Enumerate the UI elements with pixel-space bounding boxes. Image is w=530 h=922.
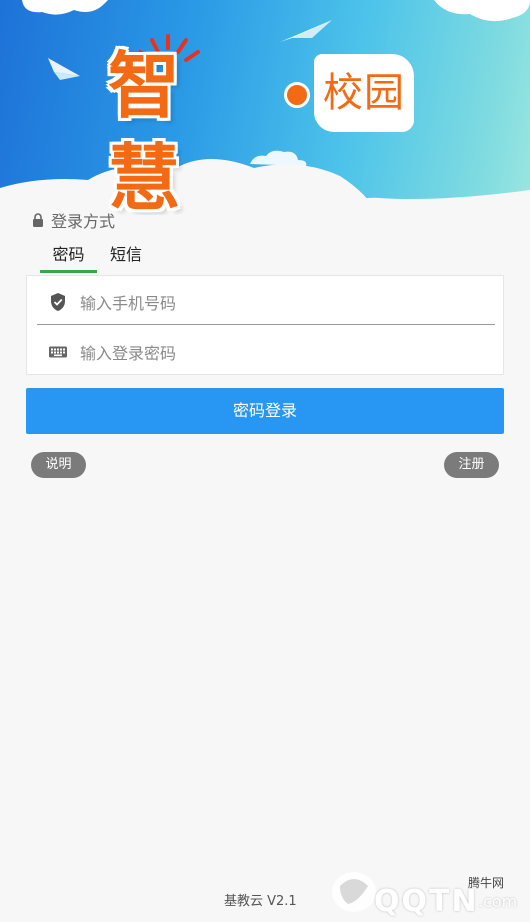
shield-check-icon <box>51 293 65 311</box>
login-form-card: 输入手机号码 输入登录密码 <box>26 275 504 375</box>
tab-sms[interactable]: 短信 <box>110 244 142 270</box>
password-input-placeholder: 输入登录密码 <box>80 344 177 363</box>
help-button[interactable]: 说明 <box>31 452 86 478</box>
watermark-domain: .com <box>478 892 518 911</box>
lock-icon <box>33 213 43 227</box>
password-field[interactable]: 输入登录密码 <box>27 328 503 376</box>
keyboard-icon <box>49 346 67 358</box>
register-button[interactable]: 注册 <box>444 452 499 478</box>
watermark-logo-text: QQTN <box>374 884 479 919</box>
banner-decoration <box>0 0 530 215</box>
login-tabs: 密码 短信 <box>40 244 260 273</box>
site-watermark: 腾牛网 QQTN .com <box>318 858 530 919</box>
logo-sub-badge: 校园 <box>314 54 414 132</box>
logo-dot <box>284 82 310 108</box>
logo-main-text: 智慧 <box>108 44 180 215</box>
login-method-text: 登录方式 <box>51 212 116 231</box>
phone-input-placeholder: 输入手机号码 <box>80 294 177 313</box>
password-login-button[interactable]: 密码登录 <box>26 388 504 434</box>
logo-sub-text: 校园 <box>323 70 405 116</box>
phone-field[interactable]: 输入手机号码 <box>27 278 503 326</box>
login-method-label: 登录方式 <box>32 208 115 232</box>
header-banner: 智慧 校园 <box>0 0 530 215</box>
tab-password[interactable]: 密码 <box>40 244 97 273</box>
app-version: 基教云 V2.1 <box>224 894 297 909</box>
field-divider <box>37 324 495 325</box>
